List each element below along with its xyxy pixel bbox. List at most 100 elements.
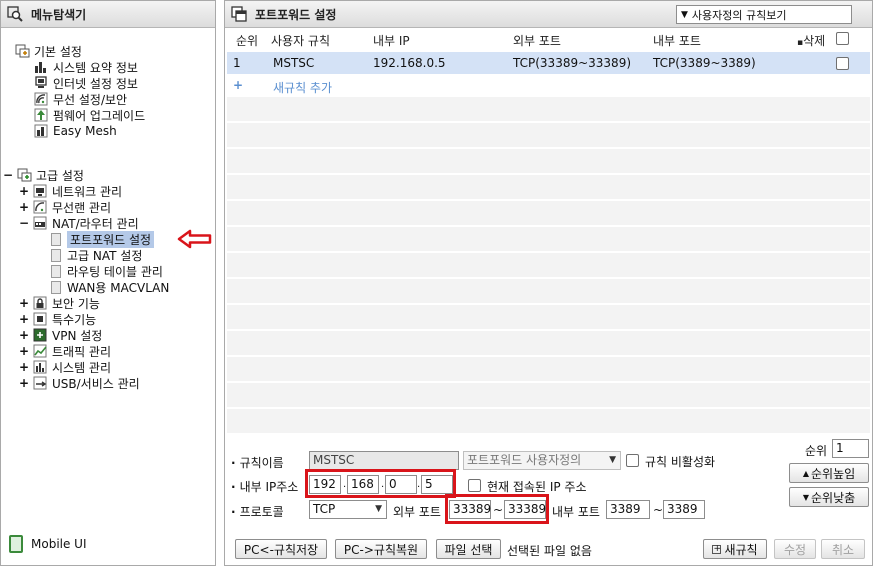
tree-item-security[interactable]: + 보안 기능: [19, 295, 100, 311]
empty-row: [227, 409, 870, 433]
tree-item-vpn[interactable]: + VPN 설정: [19, 327, 102, 343]
tree-label: 시스템 요약 정보: [53, 60, 138, 75]
tree-label: 고급 설정: [36, 168, 84, 183]
tree-label: 고급 NAT 설정: [67, 248, 143, 263]
empty-row: [227, 305, 870, 329]
table-empty-rows: [227, 97, 870, 437]
expand-toggle[interactable]: +: [19, 328, 29, 342]
table-row[interactable]: 1 MSTSC 192.168.0.5 TCP(33389~33389) TCP…: [227, 52, 870, 74]
network-icon: [33, 184, 48, 198]
tree-item-network[interactable]: + 네트워크 관리: [19, 183, 122, 199]
tree-item-usb[interactable]: + USB/서비스 관리: [19, 375, 140, 391]
tree-item-easymesh[interactable]: Easy Mesh: [34, 123, 117, 139]
tree-item-routing[interactable]: 라우팅 테이블 관리: [51, 263, 163, 279]
internal-port-from-input[interactable]: 3389: [606, 500, 650, 519]
tree-label: 보안 기능: [52, 296, 100, 311]
tree-item-system[interactable]: + 시스템 관리: [19, 359, 111, 375]
tree-item-portfwd[interactable]: 포트포워드 설정: [51, 230, 155, 248]
tree-label: VPN 설정: [52, 328, 103, 343]
expand-toggle[interactable]: +: [19, 200, 29, 214]
disable-rule-checkbox[interactable]: [626, 454, 639, 467]
tree-label: 펌웨어 업그레이드: [53, 108, 146, 123]
traffic-icon: [33, 344, 48, 358]
delete-all-checkbox[interactable]: [836, 32, 849, 45]
rank-input[interactable]: 1: [832, 439, 869, 458]
lock-icon: [33, 296, 48, 310]
page-icon: [51, 248, 61, 262]
red-arrow-icon: [177, 229, 212, 249]
save-rules-to-pc-button[interactable]: PC<-규칙저장: [235, 539, 327, 559]
expand-toggle[interactable]: +: [19, 360, 29, 374]
empty-row: [227, 253, 870, 277]
expand-toggle[interactable]: +: [19, 296, 29, 310]
tree-item-firmware[interactable]: 펌웨어 업그레이드: [34, 107, 145, 123]
tree-label: Easy Mesh: [53, 124, 117, 138]
tree-item-sys-summary[interactable]: 시스템 요약 정보: [34, 59, 138, 75]
col-int-port: 내부 포트: [653, 34, 701, 48]
rule-edit-form: · 규칙이름 MSTSC 포트포워드 사용자정의 ▼ 규칙 비활성화 · 내부 IP…: [225, 437, 872, 565]
external-port-label: 외부 포트: [393, 505, 441, 519]
row-ip: 192.168.0.5: [373, 56, 446, 70]
tree-item-macvlan[interactable]: WAN용 MACVLAN: [51, 279, 169, 295]
rule-type-select[interactable]: 포트포워드 사용자정의 ▼: [463, 451, 621, 470]
restore-rules-from-pc-button[interactable]: PC->규칙복원: [335, 539, 427, 559]
tree-item-special[interactable]: + 특수기능: [19, 311, 96, 327]
protocol-select-value: TCP: [313, 502, 336, 516]
new-rule-label: 새규칙: [724, 542, 758, 557]
file-select-button[interactable]: 파일 선택: [436, 539, 501, 559]
new-rule-button[interactable]: + 새규칙: [703, 539, 767, 559]
expand-toggle[interactable]: +: [19, 312, 29, 326]
tree-item-wlan[interactable]: + 무선랜 관리: [19, 199, 111, 215]
tree-item-wireless[interactable]: 무선 설정/보안: [34, 91, 127, 107]
tree-item-nat[interactable]: − NAT/라우터 관리: [19, 215, 139, 231]
col-delete: ▪삭제: [797, 32, 825, 49]
mobile-ui-link[interactable]: Mobile UI: [9, 535, 87, 553]
empty-row: [227, 175, 870, 199]
tree-label: 인터넷 설정 정보: [53, 76, 138, 91]
expand-toggle[interactable]: +: [19, 184, 29, 198]
modify-button[interactable]: 수정: [774, 539, 816, 559]
col-order: 순위: [236, 34, 259, 48]
disable-rule-label: 규칙 비활성화: [645, 455, 716, 469]
current-ip-checkbox[interactable]: [468, 479, 481, 492]
rank-up-label: 순위높임: [810, 466, 856, 481]
col-delete-label: 삭제: [803, 34, 826, 48]
tree-label: 무선 설정/보안: [53, 92, 128, 107]
collapse-toggle[interactable]: −: [3, 168, 13, 182]
chevron-down-icon: ▼: [609, 455, 616, 465]
ip-highlight-box: [305, 469, 456, 498]
rule-view-select-value: 사용자정의 규칙보기: [691, 8, 787, 22]
add-rule-row[interactable]: + 새규칙 추가: [227, 76, 870, 96]
tree-item-internet[interactable]: 인터넷 설정 정보: [34, 75, 138, 91]
magnifier-icon: [7, 6, 23, 22]
protocol-select[interactable]: TCP ▼: [309, 500, 387, 519]
tree-item-traffic[interactable]: + 트래픽 관리: [19, 343, 111, 359]
table-header: 순위 사용자 규칙 내부 IP 외부 포트 내부 포트 ▪삭제: [227, 29, 870, 51]
folder-icon: [17, 168, 32, 182]
internal-port-to-input[interactable]: 3389: [663, 500, 705, 519]
expand-toggle[interactable]: +: [19, 376, 29, 390]
row-delete-checkbox[interactable]: [836, 57, 849, 70]
tree-label: 트래픽 관리: [52, 344, 112, 359]
tree-item-basic[interactable]: 기본 설정: [15, 43, 82, 59]
tree-label: 무선랜 관리: [52, 200, 112, 215]
triangle-down-icon: ▼: [802, 492, 809, 502]
menu-explorer-header: 메뉴탐색기: [1, 1, 215, 28]
chart-icon: [34, 60, 49, 74]
vpn-icon: [33, 328, 48, 342]
rank-down-button[interactable]: ▼ 순위낮춤: [789, 487, 869, 507]
tree-label: NAT/라우터 관리: [52, 216, 139, 231]
collapse-toggle[interactable]: −: [19, 216, 29, 230]
cancel-button[interactable]: 취소: [821, 539, 865, 559]
rule-name-input[interactable]: MSTSC: [309, 451, 459, 470]
rank-up-button[interactable]: ▲ 순위높임: [789, 463, 869, 483]
rule-view-select[interactable]: ▼ 사용자정의 규칙보기: [676, 5, 852, 24]
rule-table: 순위 사용자 규칙 내부 IP 외부 포트 내부 포트 ▪삭제 1 MSTSC …: [227, 29, 870, 95]
tree-item-adv-nat[interactable]: 고급 NAT 설정: [51, 247, 142, 263]
row-rule: MSTSC: [273, 56, 315, 70]
empty-row: [227, 383, 870, 407]
expand-toggle[interactable]: +: [19, 344, 29, 358]
tree-item-advanced[interactable]: − 고급 설정: [3, 167, 84, 183]
current-ip-label: 현재 접속된 IP 주소: [487, 480, 587, 494]
page-icon: [51, 232, 61, 246]
